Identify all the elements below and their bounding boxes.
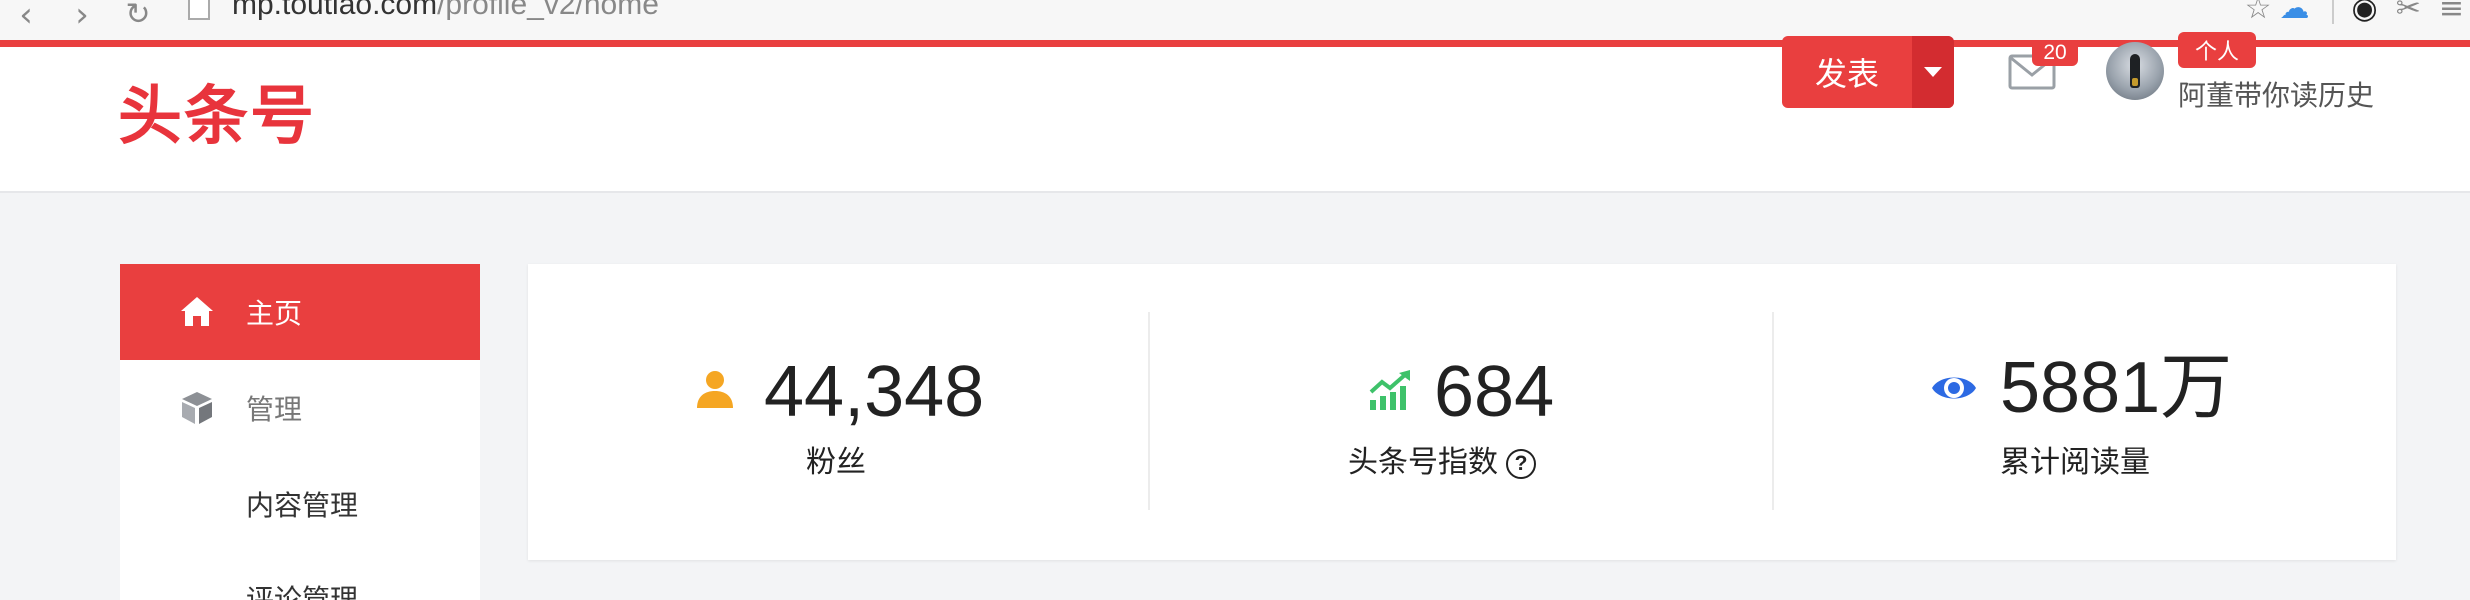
sidebar-item-label: 主页	[246, 297, 303, 330]
publish-button[interactable]: 发表	[1782, 36, 1954, 108]
user-icon	[697, 371, 733, 408]
sidebar-item-home[interactable]: 主页	[120, 264, 480, 360]
account-type-badge: 个人	[2178, 32, 2256, 68]
page-icon	[188, 0, 210, 20]
reload-icon[interactable]: ↻	[118, 0, 158, 30]
scissors-icon[interactable]: ✂	[2396, 0, 2421, 24]
stat-label-row: 头条号指数?	[1348, 448, 1536, 479]
site-header: 头条号	[0, 47, 2470, 193]
extension-icon[interactable]: ◉	[2352, 0, 2378, 24]
stats-card: 44,348 粉丝 684 头条号指数? 5881万 累计阅读量	[528, 264, 2396, 560]
menu-icon[interactable]: ≡	[2439, 0, 2464, 24]
address-bar[interactable]: mp.toutiao.com/profile_v2/home	[232, 0, 659, 22]
forward-icon[interactable]: ›	[62, 0, 102, 32]
avatar[interactable]	[2106, 42, 2164, 100]
sidebar-item-manage[interactable]: 管理	[120, 360, 480, 456]
back-icon[interactable]: ‹	[6, 0, 46, 32]
publish-label[interactable]: 发表	[1782, 36, 1912, 108]
sidebar-item-label: 内容管理	[246, 489, 359, 522]
stat-label: 累计阅读量	[2000, 445, 2150, 480]
box-icon	[182, 392, 212, 424]
sidebar-item-label: 管理	[246, 393, 303, 426]
url-path: /profile_v2/home	[437, 0, 659, 21]
stat-label: 粉丝	[806, 445, 866, 480]
sidebar-item-comment-management[interactable]: 评论管理	[120, 552, 480, 600]
toolbar-separator	[2331, 0, 2334, 24]
caret-down-icon	[1924, 67, 1942, 77]
home-icon	[181, 297, 213, 326]
stat-value: 44,348	[764, 352, 985, 432]
mail-count-badge: 20	[2032, 40, 2078, 66]
cloud-extension-icon[interactable]: ☁	[2280, 0, 2310, 24]
url-host: mp.toutiao.com	[232, 0, 438, 21]
trend-up-icon	[1369, 370, 1410, 410]
top-accent-bar	[0, 40, 2470, 47]
stat-label: 头条号指数	[1348, 445, 1498, 480]
publish-dropdown-toggle[interactable]	[1912, 36, 1954, 108]
browser-toolbar: ‹ › ↻ mp.toutiao.com/profile_v2/home ☆ ☁…	[0, 0, 2470, 40]
username[interactable]: 阿董带你读历史	[2178, 74, 2374, 114]
stat-reads: 5881万 累计阅读量	[1774, 264, 2396, 560]
help-icon[interactable]: ?	[1506, 448, 1536, 479]
eye-icon	[1932, 377, 1976, 399]
stat-value: 5881万	[2000, 348, 2233, 428]
sidebar: 主页 管理 内容管理 评论管理	[120, 264, 480, 600]
sidebar-item-content-management[interactable]: 内容管理	[120, 456, 480, 552]
stat-value: 684	[1434, 352, 1555, 432]
stat-index: 684 头条号指数?	[1150, 264, 1772, 560]
stat-followers: 44,348 粉丝	[528, 264, 1148, 560]
bookmark-star-icon[interactable]: ☆	[2245, 0, 2272, 24]
logo[interactable]: 头条号	[118, 85, 316, 149]
sidebar-item-label: 评论管理	[246, 583, 359, 600]
